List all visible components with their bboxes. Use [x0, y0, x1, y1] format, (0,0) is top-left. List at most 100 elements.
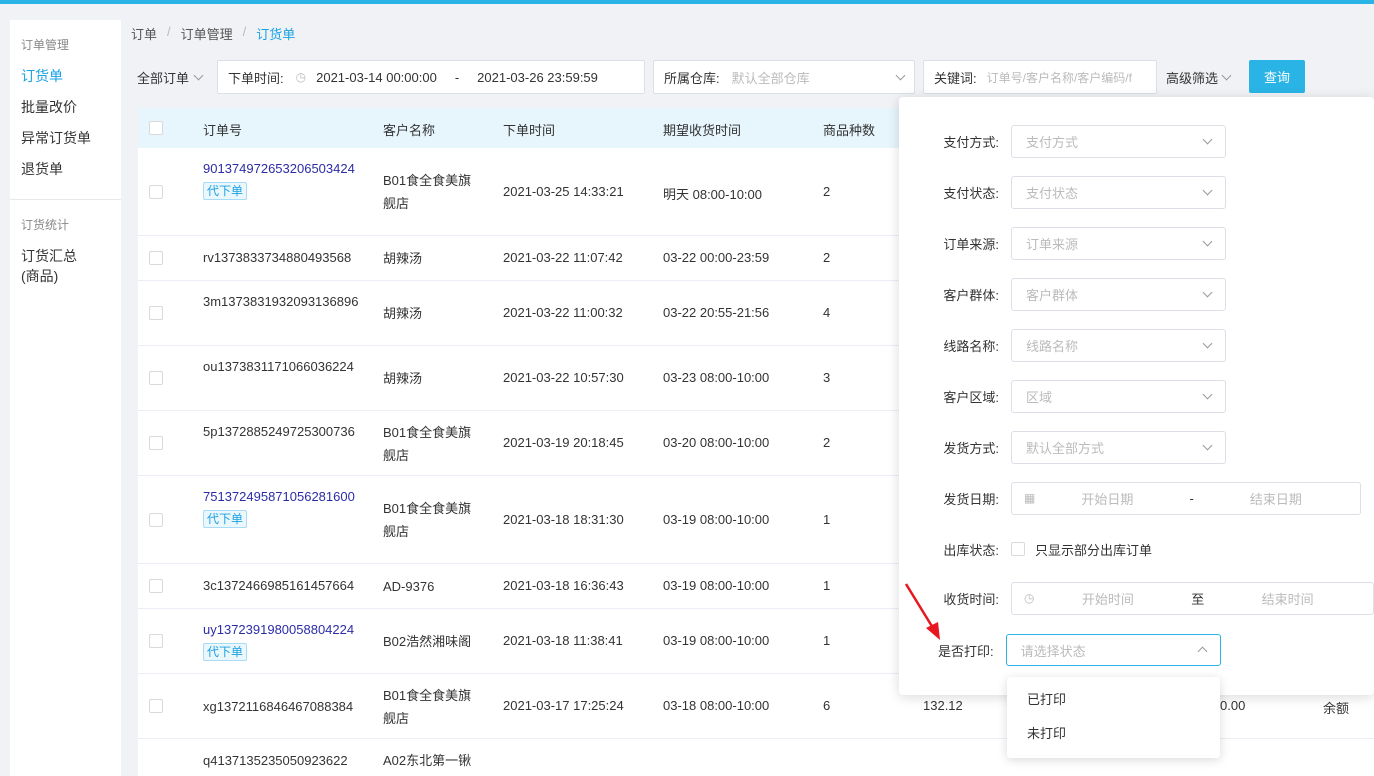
customer-name: 胡辣汤	[383, 251, 423, 266]
customer-name: B02浩然湘味阁	[383, 634, 472, 649]
row-checkbox[interactable]	[149, 579, 163, 593]
order-number-link[interactable]: 3c1372466985161457664	[203, 575, 363, 597]
receive-time-range[interactable]: ◷ 开始时间 至 结束时间	[1011, 581, 1374, 615]
filter-route: 线路名称: 线路名称	[899, 328, 1226, 362]
clock-icon: ◷	[295, 70, 307, 84]
date-end[interactable]: 2021-03-26 23:59:59	[477, 70, 598, 85]
keyword-input[interactable]: 关键词: 订单号/客户名称/客户编码/f	[923, 60, 1157, 94]
sidebar-item-batch-price[interactable]: 批量改价	[10, 97, 121, 117]
sidebar-item-return[interactable]: 退货单	[10, 159, 121, 179]
order-number-link[interactable]: rv1373833734880493568	[203, 247, 363, 269]
chevron-down-icon	[193, 70, 204, 80]
breadcrumb-item[interactable]: 订单	[131, 24, 157, 43]
sidebar-item-order[interactable]: 订货单	[10, 66, 121, 86]
row-checkbox[interactable]	[149, 436, 163, 450]
proxy-order-badge: 代下单	[203, 643, 248, 661]
customer-group-select[interactable]: 客户群体	[1011, 277, 1226, 311]
option-printed[interactable]: 已打印	[1007, 683, 1220, 717]
expected-time: 明天 08:00-10:00	[663, 187, 763, 202]
region-select[interactable]: 区域	[1011, 379, 1226, 413]
customer-name: AD-9376	[383, 579, 435, 594]
customer-name: B01食全食美旗舰店	[383, 501, 472, 539]
order-number-link[interactable]: 751372495871056281600	[203, 486, 363, 508]
order-scope-select[interactable]: 全部订单	[137, 60, 217, 94]
payment-method: 余额	[1323, 701, 1350, 716]
proxy-order-badge: 代下单	[203, 182, 248, 200]
payment-method-select[interactable]: 支付方式	[1011, 124, 1226, 158]
breadcrumb-current: 订货单	[256, 27, 296, 42]
order-date-range[interactable]: 下单时间: ◷ 2021-03-14 00:00:00 - 2021-03-26…	[217, 60, 645, 94]
filter-receive-time: 收货时间: ◷ 开始时间 至 结束时间	[899, 581, 1374, 615]
order-number-link[interactable]: 901374972653206503424	[203, 158, 363, 180]
order-time: 2021-03-18 18:31:30	[503, 512, 624, 527]
order-amount: 132.12	[923, 698, 963, 713]
order-number-link[interactable]: uy1372391980058804224	[203, 619, 373, 641]
filter-customer-group: 客户群体: 客户群体	[899, 277, 1226, 311]
top-accent-bar	[0, 0, 1374, 4]
order-number-link[interactable]: 3m1373831932093136896	[203, 291, 363, 313]
order-time: 2021-03-25 14:33:21	[503, 184, 624, 199]
calendar-icon: ▦	[1024, 491, 1036, 505]
customer-name: B01食全食美旗舰店	[383, 173, 472, 211]
row-checkbox[interactable]	[149, 634, 163, 648]
order-number-link[interactable]: ou1373831171066036224	[203, 356, 363, 378]
advanced-filter-toggle[interactable]: 高级筛选	[1166, 60, 1256, 94]
filter-payment-status: 支付状态: 支付状态	[899, 175, 1226, 209]
clock-icon: ◷	[1024, 591, 1035, 605]
sidebar-item-abnormal-order[interactable]: 异常订货单	[10, 128, 121, 148]
column-header: 客户名称	[383, 123, 436, 138]
row-checkbox[interactable]	[149, 699, 163, 713]
chevron-down-icon	[1202, 440, 1213, 450]
chevron-down-icon	[1202, 338, 1213, 348]
option-not-printed[interactable]: 未打印	[1007, 717, 1220, 751]
paid-amount: 0.00	[1220, 698, 1246, 713]
row-checkbox[interactable]	[149, 251, 163, 265]
chevron-down-icon	[1221, 70, 1232, 80]
order-time: 2021-03-18 16:36:43	[503, 578, 624, 593]
red-arrow-annotation	[904, 583, 940, 640]
query-button[interactable]: 查询	[1249, 60, 1305, 93]
filter-payment-method: 支付方式: 支付方式	[899, 124, 1226, 158]
expected-time: 03-19 08:00-10:00	[663, 578, 770, 593]
filter-region: 客户区域: 区域	[899, 379, 1226, 413]
order-source-select[interactable]: 订单来源	[1011, 226, 1226, 260]
customer-name: B01食全食美旗舰店	[383, 425, 472, 463]
filter-print-status: 是否打印: 请选择状态	[938, 634, 1221, 666]
order-number-link[interactable]: xg1372116846467088384	[203, 696, 373, 718]
date-start[interactable]: 2021-03-14 00:00:00	[316, 70, 437, 85]
expected-time: 03-23 08:00-10:00	[663, 370, 770, 385]
filter-order-source: 订单来源: 订单来源	[899, 226, 1226, 260]
order-number-link[interactable]: q4137135235050923622	[203, 750, 373, 772]
order-number-link[interactable]: 5p1372885249725300736	[203, 421, 363, 443]
route-select[interactable]: 线路名称	[1011, 328, 1226, 362]
ship-date-range[interactable]: ▦ 开始日期 - 结束日期	[1011, 481, 1361, 515]
order-time: 2021-03-18 11:38:41	[503, 633, 623, 648]
sidebar: 订单管理 订货单 批量改价 异常订货单 退货单 订货统计 订货汇总(商品)	[10, 20, 121, 776]
proxy-order-badge: 代下单	[203, 510, 248, 528]
print-status-select[interactable]: 请选择状态	[1005, 634, 1221, 666]
item-count: 2	[823, 250, 831, 265]
order-time: 2021-03-22 11:00:32	[503, 305, 623, 320]
payment-status-select[interactable]: 支付状态	[1011, 175, 1226, 209]
filter-bar: 全部订单 下单时间: ◷ 2021-03-14 00:00:00 - 2021-…	[131, 60, 1374, 94]
row-checkbox[interactable]	[149, 306, 163, 320]
warehouse-select[interactable]: 所属仓库: 默认全部仓库	[653, 60, 915, 94]
item-count: 2	[823, 435, 831, 450]
sidebar-item-order-summary[interactable]: 订货汇总(商品)	[10, 246, 105, 286]
column-header: 期望收货时间	[663, 123, 742, 138]
row-checkbox[interactable]	[149, 513, 163, 527]
delivery-method-select[interactable]: 默认全部方式	[1011, 430, 1226, 464]
row-checkbox[interactable]	[149, 185, 163, 199]
expected-time: 03-18 08:00-10:00	[663, 698, 770, 713]
row-checkbox[interactable]	[149, 371, 163, 385]
chevron-down-icon	[1202, 236, 1213, 246]
partial-stock-checkbox[interactable]	[1011, 542, 1025, 556]
customer-name: B01食全食美旗舰店	[383, 688, 472, 726]
customer-name: A02东北第一锹	[383, 753, 472, 768]
select-all-checkbox[interactable]	[149, 121, 163, 135]
expected-time: 03-22 00:00-23:59	[663, 250, 770, 265]
order-time: 2021-03-22 10:57:30	[503, 370, 624, 385]
breadcrumb: 订单 / 订单管理 / 订货单	[131, 24, 296, 43]
advanced-filter-panel: 支付方式: 支付方式 支付状态: 支付状态 订单来源: 订单来源 客户群体: 客…	[899, 97, 1374, 695]
breadcrumb-item[interactable]: 订单管理	[181, 24, 233, 43]
